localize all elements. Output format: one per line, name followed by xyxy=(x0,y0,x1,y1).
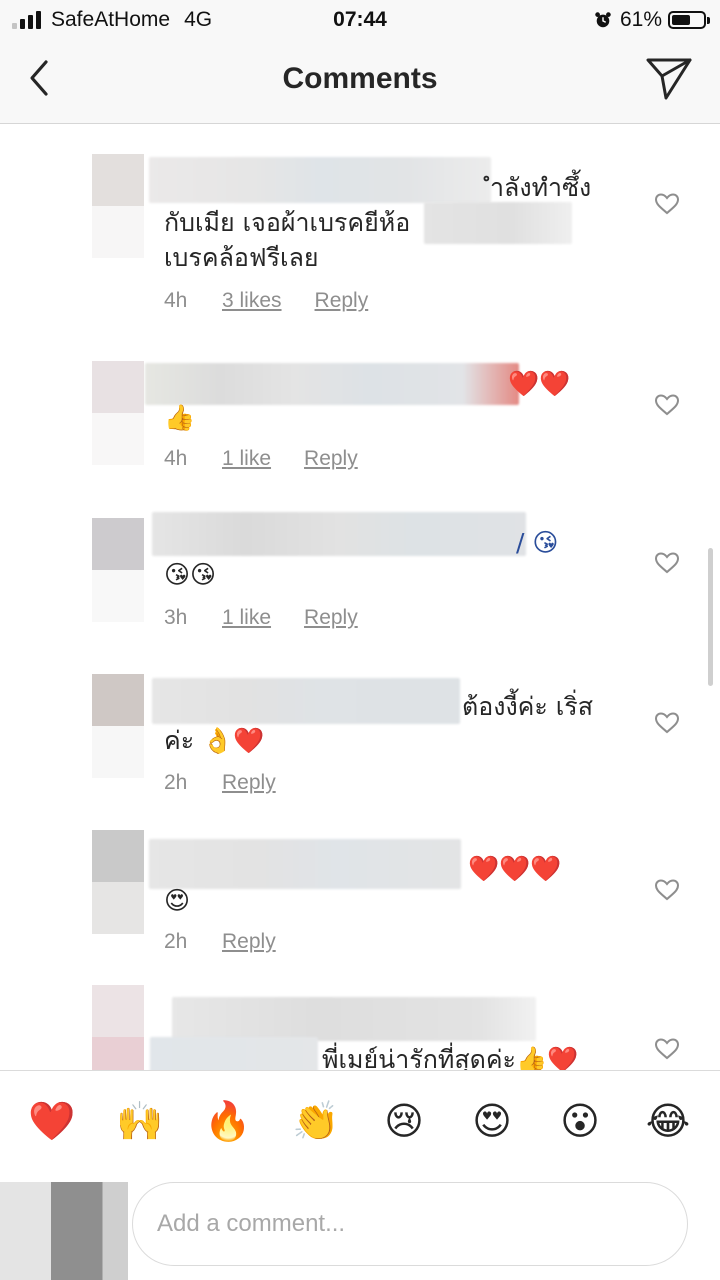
comment-item: / 😘 😘😘 3h 1 like Reply xyxy=(0,512,720,638)
comment-item: ❤️❤️❤️ 😍 2h Reply xyxy=(0,830,720,953)
alarm-clock-icon xyxy=(595,12,611,28)
reply-button[interactable]: Reply xyxy=(222,771,276,795)
redacted-text xyxy=(150,1037,318,1070)
comment-item: ำลังทำซึ้ง กับเมีย เจอผ้าเบรคยีห้อ เบรคล… xyxy=(0,154,720,324)
comment-text-line2: 😍 xyxy=(164,886,191,915)
emoji-laughing-button[interactable]: 😂 xyxy=(644,1097,692,1145)
avatar[interactable] xyxy=(92,361,144,465)
reply-button[interactable]: Reply xyxy=(304,447,358,471)
comment-text-line2: กับเมีย เจอผ้าเบรคยีห้อ xyxy=(164,208,411,237)
comment-text-line1: / 😘 xyxy=(516,528,559,557)
comment-composer xyxy=(0,1172,720,1280)
like-heart-icon[interactable] xyxy=(654,711,680,735)
comment-meta: 3h 1 like Reply xyxy=(164,606,358,630)
like-heart-icon[interactable] xyxy=(654,393,680,417)
comment-item: พี่เมย์น่ารักที่สุดค่ะ👍❤️ xyxy=(0,985,720,1070)
emoji-crying-button[interactable]: 😢 xyxy=(380,1097,428,1145)
likes-link[interactable]: 1 like xyxy=(222,606,271,630)
comment-time: 4h xyxy=(164,447,188,470)
like-heart-icon[interactable] xyxy=(654,192,680,216)
reply-button[interactable]: Reply xyxy=(315,289,369,313)
username-redacted xyxy=(152,678,460,724)
page-title: Comments xyxy=(282,62,438,95)
emoji-clap-button[interactable]: 👏 xyxy=(292,1097,340,1145)
comment-item: ต้องงี้ค่ะ เริ่ส ค่ะ 👌❤️ 2h Reply xyxy=(0,674,720,794)
emoji-heart-button[interactable]: ❤️ xyxy=(28,1097,76,1145)
username-redacted xyxy=(149,157,491,203)
comment-time: 4h xyxy=(164,289,188,312)
battery-icon xyxy=(668,11,710,29)
comment-list[interactable]: ำลังทำซึ้ง กับเมีย เจอผ้าเบรคยีห้อ เบรคล… xyxy=(0,125,720,1070)
comment-input[interactable] xyxy=(132,1182,688,1266)
comment-text-line1: ❤️❤️❤️ xyxy=(468,854,562,883)
avatar[interactable] xyxy=(92,674,144,778)
battery-percent: 61% xyxy=(619,8,662,31)
emoji-surprised-button[interactable]: 😮 xyxy=(556,1097,604,1145)
comment-text-line1: ำลังทำซึ้ง xyxy=(490,173,592,202)
comment-text-line2: 😘😘 xyxy=(164,560,217,589)
comment-meta: 4h 3 likes Reply xyxy=(164,289,368,313)
comment-time: 2h xyxy=(164,930,188,953)
likes-link[interactable]: 3 likes xyxy=(222,289,282,313)
username-redacted xyxy=(152,512,526,556)
quick-reaction-bar: ❤️ 🙌 🔥 👏 😢 😍 😮 😂 xyxy=(0,1070,720,1172)
status-right: 61% xyxy=(594,8,710,32)
avatar[interactable] xyxy=(92,985,144,1070)
status-bar: SafeAtHome 4G 07:44 61% xyxy=(0,0,720,40)
comment-time: 2h xyxy=(164,771,188,794)
nav-bar: Comments xyxy=(0,40,720,124)
avatar[interactable] xyxy=(92,154,144,258)
comment-text-line1: พี่เมย์น่ารักที่สุดค่ะ👍❤️ xyxy=(322,1045,579,1070)
username-redacted xyxy=(172,997,536,1041)
comment-meta: 2h Reply xyxy=(164,771,276,795)
comment-text-line2: ค่ะ 👌❤️ xyxy=(164,726,265,755)
comment-meta: 2h Reply xyxy=(164,930,276,954)
comment-time: 3h xyxy=(164,606,188,629)
comment-meta: 4h 1 like Reply xyxy=(164,447,358,471)
username-redacted xyxy=(149,839,461,889)
comment-item: ❤️❤️ 👍 4h 1 like Reply xyxy=(0,361,720,481)
like-heart-icon[interactable] xyxy=(654,878,680,902)
reply-button[interactable]: Reply xyxy=(304,606,358,630)
emoji-fire-button[interactable]: 🔥 xyxy=(204,1097,252,1145)
comment-text-line2: 👍 xyxy=(164,403,196,432)
username-redacted xyxy=(145,363,519,405)
battery-fill xyxy=(672,15,691,25)
emoji-raised-hands-button[interactable]: 🙌 xyxy=(116,1097,164,1145)
paper-plane-icon[interactable] xyxy=(644,54,694,104)
like-heart-icon[interactable] xyxy=(654,551,680,575)
emoji-heart-eyes-button[interactable]: 😍 xyxy=(468,1097,516,1145)
scrollbar[interactable] xyxy=(708,548,713,686)
redacted-text xyxy=(424,202,572,244)
likes-link[interactable]: 1 like xyxy=(222,447,271,471)
comment-text-line3: เบรคล้อฟรีเลย xyxy=(164,243,319,272)
my-avatar xyxy=(0,1182,128,1280)
like-heart-icon[interactable] xyxy=(654,1037,680,1061)
comment-text-line1: ❤️❤️ xyxy=(508,369,571,398)
reply-button[interactable]: Reply xyxy=(222,930,276,954)
comment-text-line1: ต้องงี้ค่ะ เริ่ส xyxy=(462,692,593,721)
avatar[interactable] xyxy=(92,518,144,622)
avatar[interactable] xyxy=(92,830,144,934)
